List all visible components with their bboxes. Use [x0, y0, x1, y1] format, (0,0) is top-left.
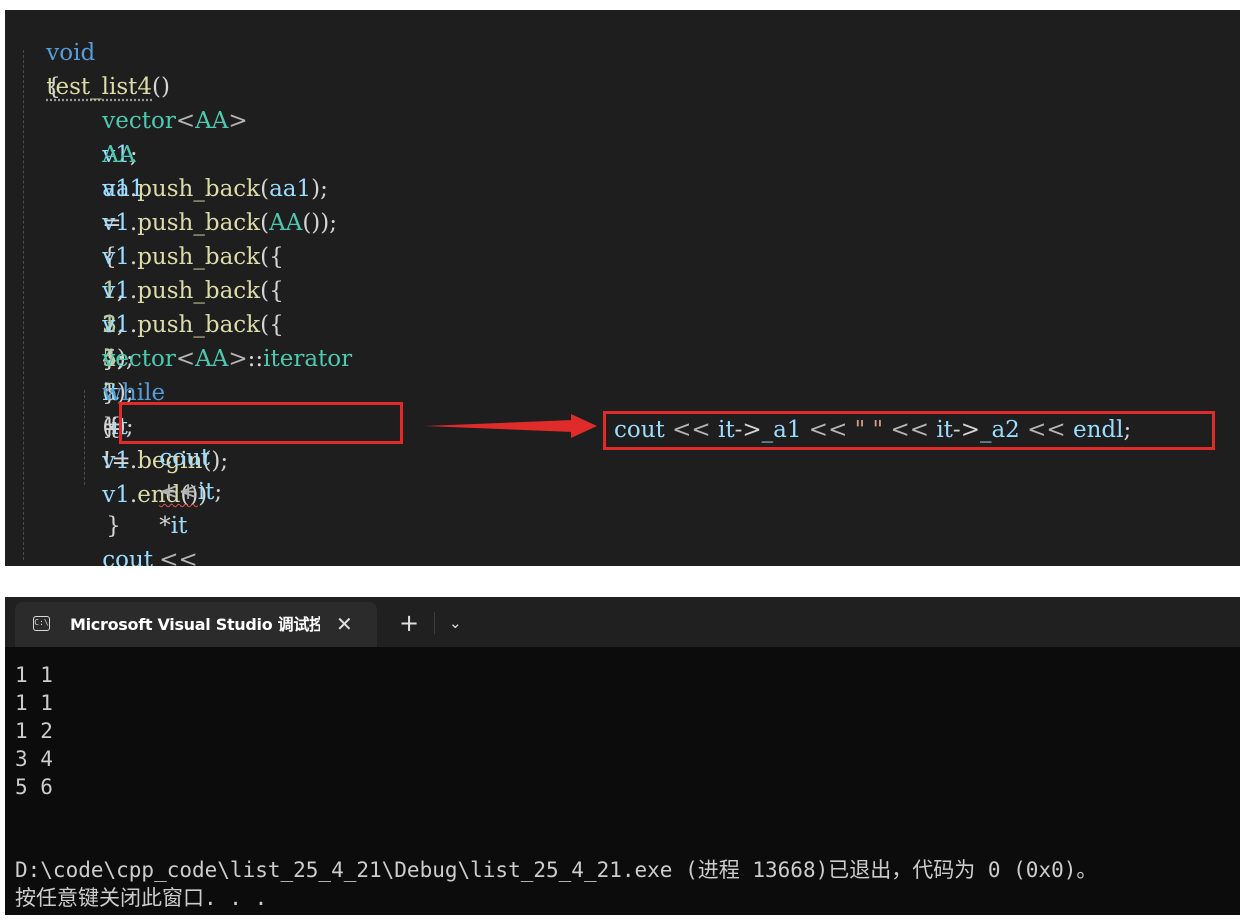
code-token: > [228, 346, 248, 372]
code-token: ); [320, 210, 338, 236]
code-token: << [1027, 417, 1066, 443]
code-line: { [77, 376, 121, 440]
code-line: vector<AA>::iterator it = v1.begin(); [73, 308, 352, 474]
code-line: v1.push_back({ 5, 6 }); [73, 274, 283, 440]
console-output-line: 1 1 [15, 663, 53, 687]
type-token: AA [195, 108, 229, 134]
code-line: v1.push_back(AA()); [73, 172, 337, 236]
code-token: < [175, 108, 196, 134]
code-token: << [808, 417, 848, 443]
console-output-line: 5 6 [15, 775, 53, 799]
variable-token: cout [102, 547, 154, 566]
code-line: cout << *it << " "; [130, 407, 210, 566]
type-token: iterator [263, 346, 353, 372]
highlight-box-replacement: cout << it->_a1 << " " << it->_a2 << end… [603, 411, 1215, 450]
code-line: cout << endl; [73, 509, 161, 566]
code-token: -> [734, 417, 762, 443]
code-line: v1.push_back(aa1); [73, 138, 328, 202]
variable-token: endl [1073, 417, 1124, 443]
code-editor[interactable]: void test_list4() { vector<AA> v1; AA aa… [5, 10, 1240, 566]
member-token: _a1 [761, 417, 802, 443]
console-icon: C:\ [33, 616, 50, 631]
code-token: ; [1123, 417, 1132, 443]
variable-token: it [936, 417, 953, 443]
code-line: vector<AA> v1; [73, 70, 247, 168]
code-line: { [17, 36, 61, 100]
close-icon[interactable]: ✕ [336, 602, 353, 647]
member-token: _a2 [979, 417, 1020, 443]
code-line: void test_list4() [17, 10, 170, 100]
code-line: AA aa1 = { 1, 1 }; [73, 104, 144, 372]
code-line: } [17, 543, 61, 566]
console-exit-message: D:\code\cpp_code\list_25_4_21\Debug\list… [15, 858, 1098, 882]
divider [434, 612, 435, 634]
code-token: () [302, 210, 321, 236]
red-arrow-icon [425, 414, 597, 438]
tab-debug-console[interactable]: C:\ Microsoft Visual Studio 调试控 ✕ [15, 602, 377, 647]
new-tab-button[interactable]: + [399, 603, 419, 643]
code-line: ++it; [130, 441, 222, 505]
code-token: :: [247, 346, 264, 372]
variable-token: cout [614, 417, 665, 443]
console-output-line: 1 2 [15, 719, 53, 743]
variable-token: it [717, 417, 735, 443]
code-token: ; [214, 479, 223, 505]
chevron-down-icon[interactable]: ⌄ [449, 603, 462, 643]
tab-strip: C:\ Microsoft Visual Studio 调试控 ✕ + ⌄ [5, 597, 1240, 647]
variable-token: it [170, 513, 188, 539]
code-line: while (it != v1.end()) [73, 342, 207, 508]
code-token: << [672, 417, 711, 443]
variable-token: it [197, 479, 215, 505]
console-output-line: 3 4 [15, 747, 53, 771]
code-token: -> [952, 417, 980, 443]
console-prompt: 按任意键关闭此窗口. . . [15, 886, 268, 910]
code-line: v1.push_back({ 1, 2 }); [73, 206, 283, 372]
open-brace: { [46, 74, 61, 100]
code-token: ++ [159, 479, 198, 505]
code-token: << [890, 417, 929, 443]
code-token: * [159, 513, 171, 539]
code-line: } [77, 475, 121, 539]
code-token: << [159, 547, 198, 566]
code-line: v1.push_back({ 3, 4 }); [73, 240, 283, 406]
code-token: > [228, 108, 248, 134]
string-token: " " [854, 417, 884, 443]
code-token: != [102, 448, 131, 474]
debug-console-window[interactable]: C:\ Microsoft Visual Studio 调试控 ✕ + ⌄ 1 … [5, 597, 1240, 915]
console-output-line: 1 1 [15, 691, 53, 715]
tab-title: Microsoft Visual Studio 调试控 [70, 615, 320, 634]
